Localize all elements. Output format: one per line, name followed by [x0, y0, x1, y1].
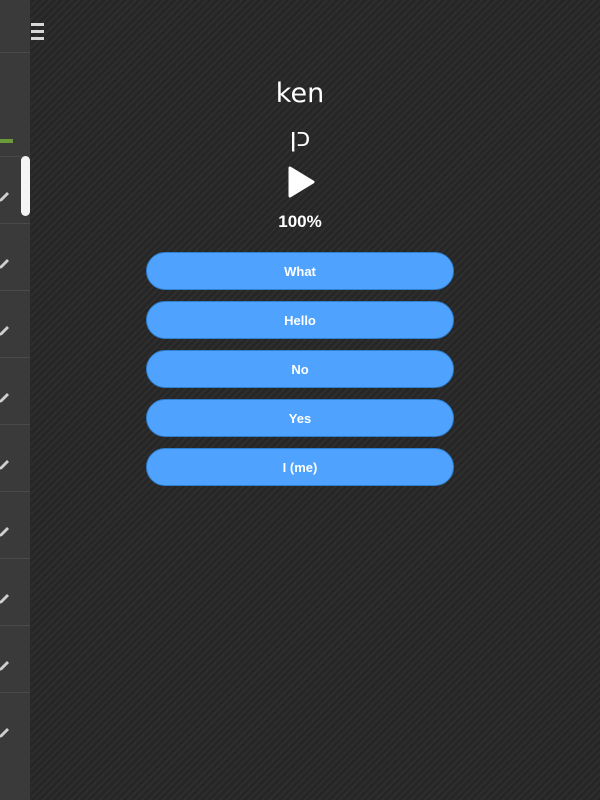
- sidebar-list-item[interactable]: [0, 491, 30, 558]
- answer-button-hello[interactable]: Hello: [146, 301, 454, 339]
- sidebar-header: [0, 0, 30, 53]
- sidebar-list-item[interactable]: [0, 558, 30, 625]
- sidebar-list-item[interactable]: [0, 424, 30, 491]
- answer-button-i-me[interactable]: I (me): [146, 448, 454, 486]
- answer-button-yes[interactable]: Yes: [146, 399, 454, 437]
- pencil-icon[interactable]: [0, 391, 11, 405]
- quiz-word-hebrew: כן: [289, 123, 311, 153]
- pencil-icon[interactable]: [0, 659, 11, 673]
- sidebar: [0, 0, 31, 800]
- pencil-icon[interactable]: [0, 726, 11, 740]
- pencil-icon[interactable]: [0, 525, 11, 539]
- progress-percent: 100%: [278, 212, 322, 231]
- pencil-icon[interactable]: [0, 324, 11, 338]
- pencil-icon[interactable]: [0, 257, 11, 271]
- quiz-word: ken: [275, 78, 325, 109]
- pencil-icon[interactable]: [0, 592, 11, 606]
- sidebar-list-item[interactable]: [0, 290, 30, 357]
- sidebar-list-item[interactable]: [0, 692, 30, 759]
- answer-button-what[interactable]: What: [146, 252, 454, 290]
- sidebar-progress-bar: [0, 139, 13, 143]
- pencil-icon[interactable]: [0, 458, 11, 472]
- sidebar-progress-section: [0, 53, 30, 143]
- play-icon[interactable]: [286, 166, 316, 198]
- answer-button-no[interactable]: No: [146, 350, 454, 388]
- sidebar-list-item[interactable]: [0, 223, 30, 290]
- answer-list: What Hello No Yes I (me): [146, 252, 454, 497]
- quiz-panel: ken כן 100% What Hello No Yes I (me): [31, 0, 600, 800]
- pencil-icon[interactable]: [0, 190, 11, 204]
- sidebar-list-item[interactable]: [0, 357, 30, 424]
- sidebar-scrollbar-thumb[interactable]: [21, 156, 30, 216]
- sidebar-list-item[interactable]: [0, 625, 30, 692]
